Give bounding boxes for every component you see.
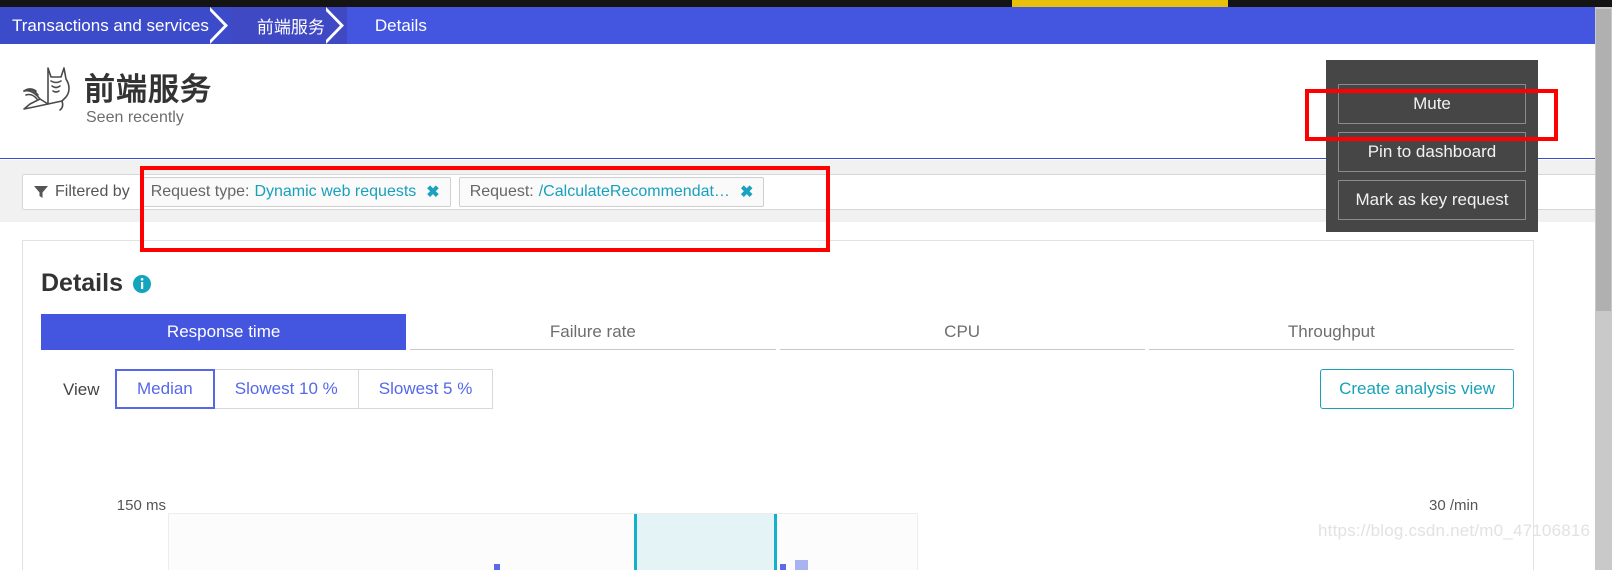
- close-icon[interactable]: ✖: [740, 182, 753, 202]
- response-time-chart[interactable]: 150 ms 30 /min: [41, 487, 1514, 570]
- details-tabs: Response time Failure rate CPU Throughpu…: [41, 314, 1514, 350]
- funnel-icon: [33, 184, 49, 200]
- watermark-text: https://blog.csdn.net/m0_47106816: [1318, 521, 1591, 540]
- top-status-strip: [0, 0, 1612, 7]
- breadcrumb-item-details[interactable]: Details: [346, 7, 1612, 44]
- chart-bar: [780, 564, 786, 570]
- breadcrumb-label: Transactions and services: [12, 15, 209, 35]
- dynatrace-service-details-page: Transactions and services 前端服务 Details 前…: [0, 0, 1612, 570]
- chart-y-axis-left-label: 150 ms: [116, 497, 166, 514]
- breadcrumb-label: 前端服务: [256, 18, 325, 37]
- view-segmented-control: Median Slowest 10 % Slowest 5 %: [115, 369, 494, 409]
- filter-chip-request[interactable]: Request: /CalculateRecommendat… ✖: [458, 177, 765, 207]
- top-strip-accent-segment: [1012, 0, 1228, 7]
- breadcrumb-item-service[interactable]: 前端服务: [230, 7, 348, 44]
- chevron-right-icon: [209, 7, 232, 44]
- details-panel: Details Response time Failure rate CPU T…: [22, 240, 1534, 570]
- breadcrumb-label: Details: [374, 15, 427, 35]
- filtered-by-label: Filtered by: [55, 183, 130, 200]
- view-option-slowest-10[interactable]: Slowest 10 %: [214, 369, 359, 409]
- chart-bar: [795, 560, 808, 570]
- tab-response-time[interactable]: Response time: [41, 314, 407, 350]
- close-icon[interactable]: ✖: [426, 182, 439, 202]
- chart-selection-band[interactable]: [634, 514, 777, 570]
- menu-item-mark-as-key-request[interactable]: Mark as key request: [1338, 180, 1526, 220]
- breadcrumb: Transactions and services 前端服务 Details: [0, 7, 1612, 44]
- filter-chip-value: /CalculateRecommendat…: [538, 183, 730, 200]
- page-title: 前端服务: [84, 72, 212, 107]
- create-analysis-view-button[interactable]: Create analysis view: [1320, 369, 1514, 409]
- tab-throughput[interactable]: Throughput: [1148, 314, 1514, 350]
- view-controls-row: View Median Slowest 10 % Slowest 5 % Cre…: [41, 369, 1514, 409]
- breadcrumb-item-transactions-and-services[interactable]: Transactions and services: [0, 7, 231, 44]
- chart-bar: [494, 564, 500, 570]
- info-icon[interactable]: [132, 274, 152, 294]
- chart-plot-area[interactable]: [168, 513, 918, 570]
- details-title: Details: [41, 269, 123, 297]
- tab-cpu[interactable]: CPU: [779, 314, 1145, 350]
- chart-y-axis-right-label: 30 /min: [1429, 497, 1479, 514]
- page-subtitle: Seen recently: [86, 109, 184, 126]
- tab-failure-rate[interactable]: Failure rate: [410, 314, 776, 350]
- page-scrollbar-thumb[interactable]: [1596, 9, 1611, 311]
- chevron-right-icon: [325, 7, 348, 44]
- cat-logo-icon: [18, 61, 78, 117]
- view-label: View: [63, 380, 100, 399]
- filter-chip-request-type[interactable]: Request type: Dynamic web requests ✖: [139, 177, 451, 207]
- context-menu: Mute Pin to dashboard Mark as key reques…: [1326, 60, 1538, 232]
- filter-chip-value: Dynamic web requests: [254, 183, 417, 200]
- filter-chip-key: Request type:: [150, 183, 250, 200]
- view-option-median[interactable]: Median: [115, 369, 215, 409]
- menu-item-mute[interactable]: Mute: [1338, 84, 1526, 124]
- menu-item-pin-to-dashboard[interactable]: Pin to dashboard: [1338, 132, 1526, 172]
- filter-chip-key: Request:: [469, 183, 534, 200]
- view-option-slowest-5[interactable]: Slowest 5 %: [358, 369, 494, 409]
